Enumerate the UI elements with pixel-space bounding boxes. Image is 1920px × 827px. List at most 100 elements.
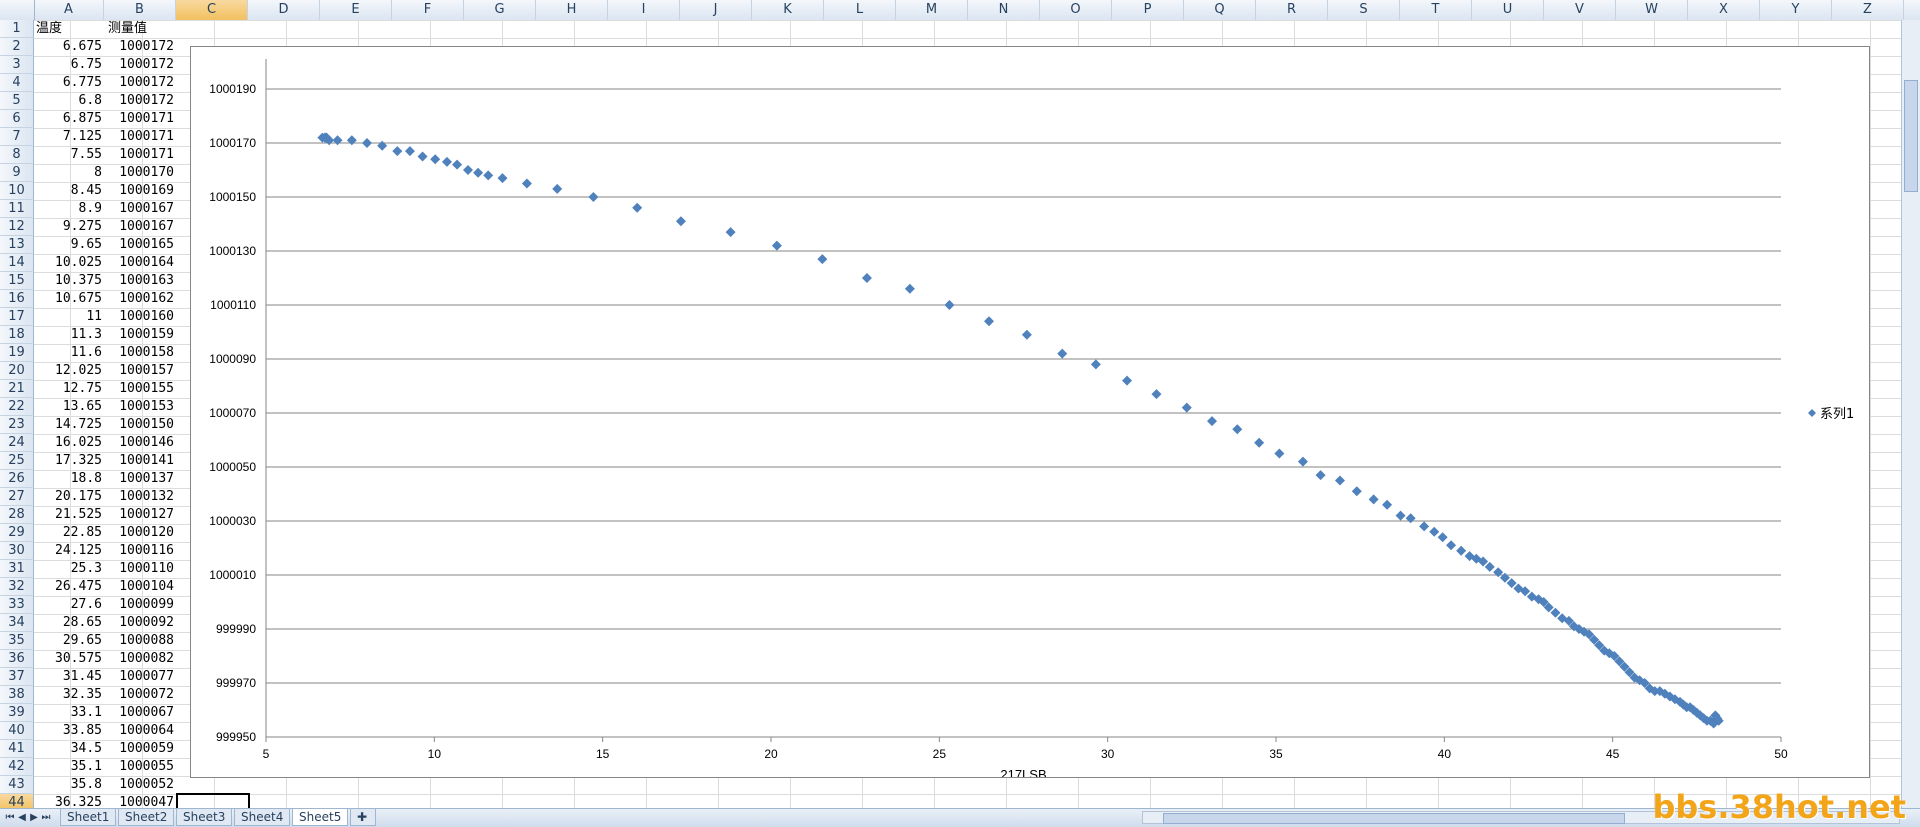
cell-measurement[interactable]: 1000172 [104, 92, 174, 110]
row-header[interactable]: 28 [0, 506, 34, 524]
cell-temperature[interactable]: 16.025 [36, 434, 102, 452]
cell-temperature[interactable]: 6.875 [36, 110, 102, 128]
column-header-u[interactable]: U [1472, 0, 1544, 20]
cell-measurement[interactable]: 1000162 [104, 290, 174, 308]
row-header[interactable]: 41 [0, 740, 34, 758]
select-all-corner[interactable] [0, 0, 35, 20]
row-header[interactable]: 26 [0, 470, 34, 488]
cell-measurement[interactable]: 1000059 [104, 740, 174, 758]
cell-measurement[interactable]: 1000167 [104, 218, 174, 236]
cell-temperature[interactable]: 33.1 [36, 704, 102, 722]
row-header[interactable]: 13 [0, 236, 34, 254]
cell-measurement[interactable]: 1000092 [104, 614, 174, 632]
cell-measurement[interactable]: 1000171 [104, 128, 174, 146]
cell-temperature[interactable]: 17.325 [36, 452, 102, 470]
row-header[interactable]: 14 [0, 254, 34, 272]
row-header[interactable]: 1 [0, 20, 34, 38]
cell-temperature[interactable]: 12.75 [36, 380, 102, 398]
cell-temperature[interactable]: 27.6 [36, 596, 102, 614]
column-header-j[interactable]: J [680, 0, 752, 20]
cell-measurement[interactable]: 1000169 [104, 182, 174, 200]
header-cell-measurement[interactable]: 测量值 [108, 20, 178, 38]
column-header-t[interactable]: T [1400, 0, 1472, 20]
row-header[interactable]: 19 [0, 344, 34, 362]
header-cell-temperature[interactable]: 温度 [36, 20, 102, 38]
column-header-m[interactable]: M [896, 0, 968, 20]
cell-measurement[interactable]: 1000170 [104, 164, 174, 182]
column-header-a[interactable]: A [34, 0, 104, 20]
row-header[interactable]: 30 [0, 542, 34, 560]
row-header[interactable]: 38 [0, 686, 34, 704]
row-header[interactable]: 3 [0, 56, 34, 74]
column-header-h[interactable]: H [536, 0, 608, 20]
row-header[interactable]: 23 [0, 416, 34, 434]
row-header[interactable]: 40 [0, 722, 34, 740]
row-header[interactable]: 7 [0, 128, 34, 146]
cell-measurement[interactable]: 1000163 [104, 272, 174, 290]
first-sheet-button[interactable]: ⏮ [4, 809, 16, 827]
row-header[interactable]: 37 [0, 668, 34, 686]
column-header-v[interactable]: V [1544, 0, 1616, 20]
sheet-tab-sheet5[interactable]: Sheet5 [292, 809, 349, 826]
row-header[interactable]: 27 [0, 488, 34, 506]
cell-temperature[interactable]: 35.8 [36, 776, 102, 794]
column-header-s[interactable]: S [1328, 0, 1400, 20]
sheet-tab-sheet3[interactable]: Sheet3 [176, 809, 233, 826]
cell-measurement[interactable]: 1000164 [104, 254, 174, 272]
row-header[interactable]: 20 [0, 362, 34, 380]
cell-measurement[interactable]: 1000146 [104, 434, 174, 452]
cell-temperature[interactable]: 6.775 [36, 74, 102, 92]
column-header-x[interactable]: X [1688, 0, 1760, 20]
cell-measurement[interactable]: 1000116 [104, 542, 174, 560]
row-header[interactable]: 8 [0, 146, 34, 164]
cell-temperature[interactable]: 7.55 [36, 146, 102, 164]
cell-measurement[interactable]: 1000120 [104, 524, 174, 542]
row-header[interactable]: 25 [0, 452, 34, 470]
cell-measurement[interactable]: 1000157 [104, 362, 174, 380]
cell-measurement[interactable]: 1000088 [104, 632, 174, 650]
cell-temperature[interactable]: 10.025 [36, 254, 102, 272]
row-header[interactable]: 17 [0, 308, 34, 326]
cell-measurement[interactable]: 1000099 [104, 596, 174, 614]
cell-temperature[interactable]: 10.675 [36, 290, 102, 308]
row-header[interactable]: 6 [0, 110, 34, 128]
cell-temperature[interactable]: 34.5 [36, 740, 102, 758]
cell-temperature[interactable]: 25.3 [36, 560, 102, 578]
cell-measurement[interactable]: 1000159 [104, 326, 174, 344]
cell-temperature[interactable]: 8 [36, 164, 102, 182]
cell-temperature[interactable]: 9.275 [36, 218, 102, 236]
row-header[interactable]: 36 [0, 650, 34, 668]
column-header-z[interactable]: Z [1832, 0, 1904, 20]
cell-measurement[interactable]: 1000067 [104, 704, 174, 722]
cell-measurement[interactable]: 1000141 [104, 452, 174, 470]
row-header[interactable]: 21 [0, 380, 34, 398]
row-header[interactable]: 12 [0, 218, 34, 236]
cell-temperature[interactable]: 21.525 [36, 506, 102, 524]
cell-temperature[interactable]: 33.85 [36, 722, 102, 740]
cell-measurement[interactable]: 1000155 [104, 380, 174, 398]
row-header[interactable]: 15 [0, 272, 34, 290]
last-sheet-button[interactable]: ⏭ [40, 809, 52, 827]
row-header[interactable]: 43 [0, 776, 34, 794]
cell-measurement[interactable]: 1000160 [104, 308, 174, 326]
cell-temperature[interactable]: 29.65 [36, 632, 102, 650]
cell-temperature[interactable]: 14.725 [36, 416, 102, 434]
column-header-k[interactable]: K [752, 0, 824, 20]
row-header[interactable]: 18 [0, 326, 34, 344]
cell-measurement[interactable]: 1000127 [104, 506, 174, 524]
prev-sheet-button[interactable]: ◀ [16, 809, 28, 827]
row-header[interactable]: 33 [0, 596, 34, 614]
column-header-l[interactable]: L [824, 0, 896, 20]
row-header[interactable]: 16 [0, 290, 34, 308]
row-header[interactable]: 31 [0, 560, 34, 578]
row-header[interactable]: 11 [0, 200, 34, 218]
row-header[interactable]: 10 [0, 182, 34, 200]
cell-measurement[interactable]: 1000055 [104, 758, 174, 776]
cell-temperature[interactable]: 30.575 [36, 650, 102, 668]
cell-temperature[interactable]: 28.65 [36, 614, 102, 632]
cell-temperature[interactable]: 7.125 [36, 128, 102, 146]
next-sheet-button[interactable]: ▶ [28, 809, 40, 827]
column-header-y[interactable]: Y [1760, 0, 1832, 20]
cell-measurement[interactable]: 1000172 [104, 38, 174, 56]
cell-temperature[interactable]: 22.85 [36, 524, 102, 542]
